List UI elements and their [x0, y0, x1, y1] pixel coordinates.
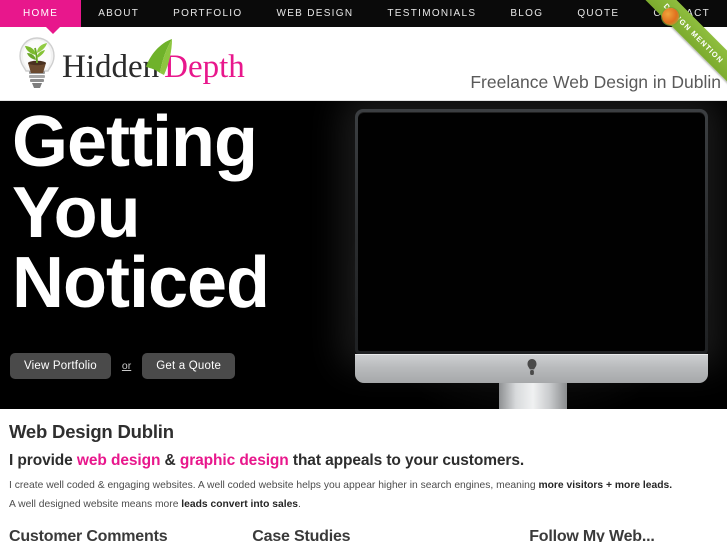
hero-cta-group: View Portfolio or Get a Quote	[10, 353, 236, 379]
view-portfolio-button[interactable]: View Portfolio	[10, 353, 111, 379]
monitor-screen	[358, 112, 705, 351]
page-title: Web Design Dublin	[9, 421, 174, 442]
subtitle-part-3: that appeals to your customers.	[288, 452, 525, 469]
nav-item-label: HOME	[23, 8, 59, 19]
hero-banner: Getting You Noticed View Portfolio or Ge…	[0, 101, 727, 409]
nav-item-contact[interactable]: CONTACT	[636, 0, 727, 27]
nav-item-label: TESTIMONIALS	[387, 8, 477, 19]
section-heading-customer-comments: Customer Comments	[9, 527, 168, 542]
green-leaf-check-icon	[142, 37, 190, 77]
active-tab-pointer-icon	[46, 27, 60, 34]
lightbulb-plant-icon	[14, 35, 60, 93]
subtitle-part-1: I provide	[9, 452, 77, 469]
nav-item-web-design[interactable]: WEB DESIGN	[259, 0, 370, 27]
bottom-sections-row: Customer Comments Case Studies Follow My…	[9, 528, 727, 542]
body-paragraph-1: I create well coded & engaging websites.…	[9, 479, 727, 493]
paragraph-1-text: I create well coded & engaging websites.…	[9, 480, 539, 491]
nav-item-label: QUOTE	[577, 8, 620, 19]
nav-item-label: WEB DESIGN	[276, 8, 354, 19]
get-a-quote-button[interactable]: Get a Quote	[142, 353, 236, 379]
paragraph-2-tail: .	[298, 498, 301, 510]
subtitle-part-2: &	[160, 452, 180, 469]
lightbulb-logo-icon	[526, 358, 537, 378]
header-tagline: Freelance Web Design in Dublin	[470, 72, 721, 92]
subtitle-highlight-graphic-design: graphic design	[179, 452, 289, 469]
nav-item-about[interactable]: ABOUT	[81, 0, 156, 27]
page-subtitle: I provide web design & graphic design th…	[9, 452, 727, 470]
hero-headline-line-3: Noticed	[12, 243, 270, 324]
section-heading-case-studies: Case Studies	[252, 527, 351, 542]
main-content: Web Design Dublin I provide web design &…	[0, 409, 727, 542]
hero-headline: Getting You Noticed	[12, 102, 270, 324]
hero-headline-line-1: Getting	[12, 102, 258, 182]
hero-headline-line-2: You	[12, 172, 141, 253]
nav-item-label: ABOUT	[98, 8, 140, 19]
paragraph-2-bold: leads convert into sales	[181, 498, 299, 510]
body-paragraph-2: A well designed website means more leads…	[9, 498, 727, 512]
imac-monitor-image	[355, 109, 710, 409]
nav-item-label: CONTACT	[653, 8, 711, 19]
paragraph-1-bold: more visitors + more leads.	[538, 480, 673, 491]
monitor-stand-neck	[498, 383, 567, 409]
paragraph-2-text: A well designed website means more	[9, 498, 182, 510]
section-heading-follow-my-website: Follow My Web...	[529, 527, 655, 542]
monitor-bezel	[355, 109, 708, 354]
main-navigation: HOME ABOUT PORTFOLIO WEB DESIGN TESTIMON…	[0, 0, 727, 34]
nav-item-testimonials[interactable]: TESTIMONIALS	[370, 0, 493, 27]
nav-item-portfolio[interactable]: PORTFOLIO	[156, 0, 259, 27]
subtitle-highlight-web-design: web design	[76, 452, 161, 469]
nav-item-label: BLOG	[510, 8, 544, 19]
cta-separator[interactable]: or	[122, 360, 131, 372]
nav-item-blog[interactable]: BLOG	[493, 0, 560, 27]
nav-item-quote[interactable]: QUOTE	[560, 0, 636, 27]
nav-item-home[interactable]: HOME	[0, 0, 82, 27]
site-header: Hidden Depth Freelance Web Design in Dubl…	[0, 27, 727, 101]
site-logo[interactable]: Hidden Depth	[14, 35, 245, 93]
monitor-chin	[355, 354, 708, 383]
nav-item-label: PORTFOLIO	[173, 8, 243, 19]
